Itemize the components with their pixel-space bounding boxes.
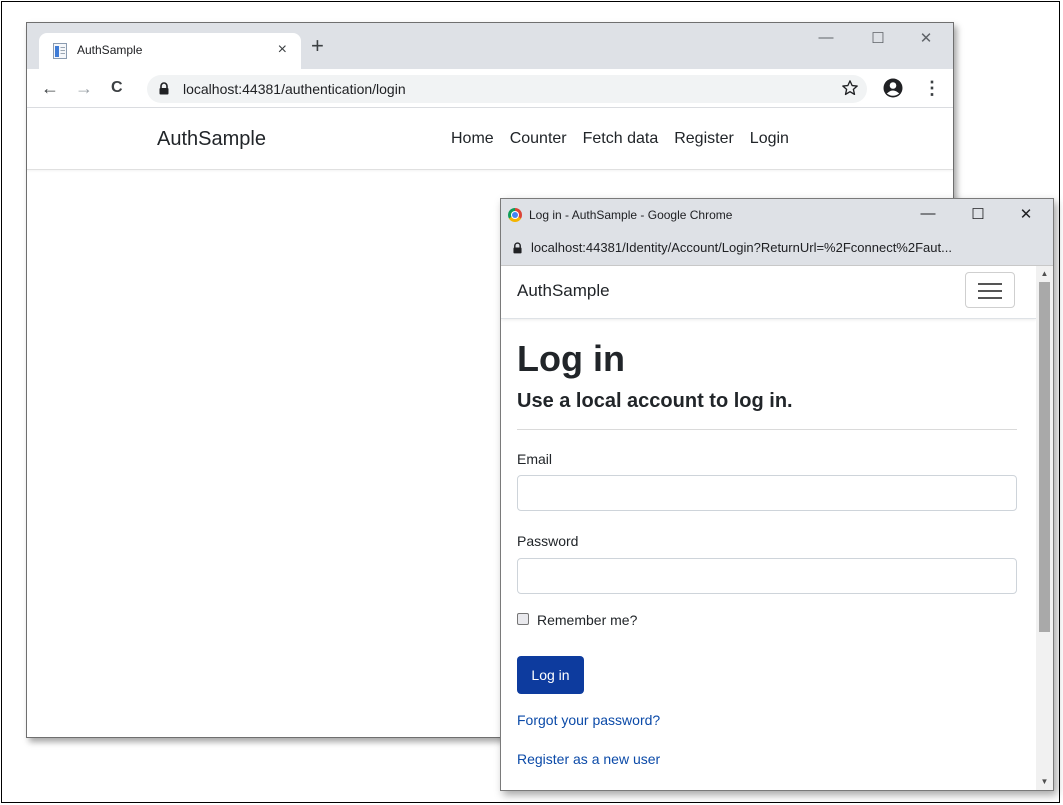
login-submit-button[interactable]: Log in [517,656,584,694]
scrollbar-thumb[interactable] [1039,282,1050,632]
app-nav-links: Home Counter Fetch data Register Login [451,130,789,148]
remember-me-label[interactable]: Remember me? [537,612,637,628]
popup-maximize-icon[interactable]: ☐ [963,205,993,223]
lock-icon [159,82,169,95]
close-window-icon[interactable]: ✕ [911,29,941,47]
new-tab-icon[interactable]: + [311,33,324,59]
popup-title-bar: Log in - AuthSample - Google Chrome — ☐ … [501,199,1053,231]
address-bar[interactable]: localhost:44381/authentication/login [147,75,867,103]
nav-link-counter[interactable]: Counter [510,130,567,148]
browser-menu-icon[interactable]: ⋮ [923,75,941,101]
popup-close-icon[interactable]: ✕ [1011,205,1041,223]
app-navbar: AuthSample Home Counter Fetch data Regis… [27,108,953,170]
popup-navbar: AuthSample [501,266,1036,319]
browser-toolbar: ← → C localhost:44381/authentication/log… [27,69,953,108]
forgot-password-link[interactable]: Forgot your password? [517,712,660,728]
scroll-up-arrow-icon[interactable]: ▲ [1036,266,1053,282]
popup-window-title: Log in - AuthSample - Google Chrome [529,208,733,222]
browser-tab[interactable]: AuthSample × [39,33,301,69]
minimize-icon[interactable]: — [811,29,841,46]
forward-icon[interactable]: → [75,75,93,101]
tab-strip: AuthSample × + — ☐ ✕ [27,23,953,69]
popup-minimize-icon[interactable]: — [913,205,943,222]
email-label: Email [517,451,553,467]
tab-title: AuthSample [77,43,143,57]
chrome-logo-icon [508,208,522,222]
app-brand[interactable]: AuthSample [157,128,266,151]
password-label: Password [517,533,579,549]
register-new-user-link[interactable]: Register as a new user [517,751,660,767]
reload-icon[interactable]: C [111,75,123,101]
login-page: AuthSample Log in Use a local account to… [501,266,1036,790]
maximize-icon[interactable]: ☐ [863,29,893,47]
page-title: Log in [517,338,625,379]
password-field[interactable] [517,558,1017,594]
email-field[interactable] [517,475,1017,511]
navbar-toggler-menu-icon[interactable] [965,272,1015,308]
profile-avatar-icon[interactable] [883,78,903,98]
nav-link-login[interactable]: Login [750,130,789,148]
scroll-down-arrow-icon[interactable]: ▼ [1036,774,1053,790]
star-bookmark-icon[interactable] [841,79,859,97]
vertical-scrollbar[interactable]: ▲ ▼ [1036,266,1053,790]
popup-address-url: localhost:44381/Identity/Account/Login?R… [531,240,952,255]
remember-me-checkbox[interactable] [517,613,529,625]
popup-address-bar: localhost:44381/Identity/Account/Login?R… [501,231,1053,266]
tab-close-icon[interactable]: × [278,40,287,60]
address-url: localhost:44381/authentication/login [183,81,406,97]
nav-link-home[interactable]: Home [451,130,494,148]
lock-icon [513,242,522,254]
page-favicon-icon [53,43,67,59]
login-popup-window: Log in - AuthSample - Google Chrome — ☐ … [500,198,1054,791]
back-icon[interactable]: ← [41,75,59,101]
nav-link-register[interactable]: Register [674,130,734,148]
divider [517,429,1017,430]
page-subtitle: Use a local account to log in. [517,390,793,412]
popup-app-brand[interactable]: AuthSample [517,281,610,301]
nav-link-fetch-data[interactable]: Fetch data [583,130,659,148]
